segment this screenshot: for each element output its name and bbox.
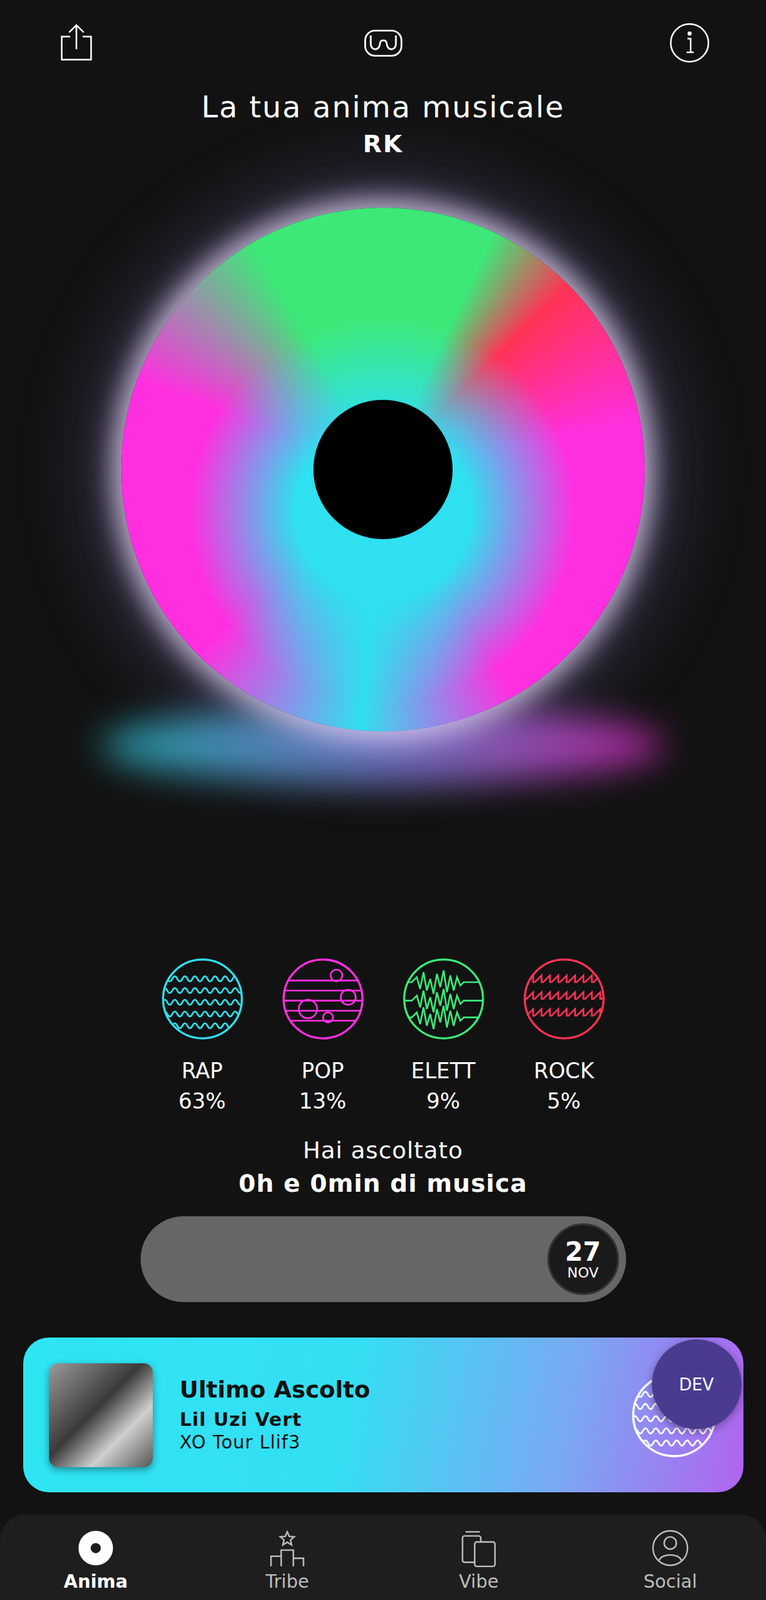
page-title: La tua anima musicale [201,88,565,126]
share-icon [55,21,98,64]
app-logo [362,21,405,64]
podium-icon [266,1527,308,1569]
genre-percent: 63% [178,1088,226,1115]
genre-name: ROCK [533,1058,595,1084]
share-button[interactable] [55,21,98,64]
user-icon [649,1527,691,1569]
nav-item[interactable]: Vibe [383,1513,575,1600]
nav-item[interactable]: Anima [0,1513,192,1600]
music-soul-disc [121,207,645,732]
bottom-nav: Anima Tribe Vibe Social [0,1513,766,1600]
nav-label: Tribe [265,1570,309,1593]
artist-name: Lil Uzi Vert [179,1407,631,1431]
last-listen-text: Ultimo Ascolto Lil Uzi VertXO Tour Llif3 [179,1375,631,1454]
genre-percent: 5% [546,1088,581,1115]
genre-icon [522,956,607,1041]
slider-knob[interactable]: 27NOV [547,1223,619,1295]
album-art [49,1363,153,1467]
page: La tua anima musicaleRK RAP 63% POP 13% ELETT… [0,0,766,1600]
user-name: RK [363,128,404,159]
genre-row: RAP 63% POP 13% ELETT 9% ROCK 5% [141,956,625,1115]
genre-percent: 13% [299,1088,347,1115]
cards-icon [458,1527,500,1569]
top-bar [0,0,766,64]
last-listen-card[interactable]: Ultimo Ascolto Lil Uzi VertXO Tour Llif3 D… [23,1337,744,1493]
genre-icon [281,956,365,1041]
logo-icon [362,20,405,66]
nav-label: Social [643,1570,698,1593]
disc-hole [313,399,453,540]
genre-name: ELETT [411,1058,476,1084]
genre-item: POP 13% [262,956,383,1115]
nav-label: Vibe [459,1570,499,1593]
listening-amount: 0h e 0min di musica [238,1167,528,1199]
listening-label: Hai ascoltato [303,1136,464,1165]
genre-item: ROCK 5% [503,956,625,1115]
genre-percent: 9% [426,1088,460,1115]
disc-icon [75,1527,117,1569]
track-name: XO Tour Llif3 [179,1430,631,1454]
genre-icon [401,956,486,1041]
genre-name: POP [301,1058,345,1084]
slider-month: NOV [567,1265,599,1281]
nav-item[interactable]: Social [574,1513,766,1600]
date-slider[interactable]: 27NOV [140,1216,627,1302]
genre-name: RAP [181,1058,223,1084]
slider-day: 27 [564,1237,601,1266]
nav-label: Anima [63,1570,128,1593]
genre-item: RAP 63% [141,956,263,1115]
genre-item: ELETT 9% [383,956,504,1115]
last-listen-label: Ultimo Ascolto [179,1375,631,1404]
info-button[interactable] [668,21,711,64]
dev-badge[interactable]: DEV [651,1339,742,1429]
nav-item[interactable]: Tribe [191,1513,383,1600]
genre-icon [160,956,245,1041]
info-icon [668,21,711,64]
soul-stage [0,158,766,957]
